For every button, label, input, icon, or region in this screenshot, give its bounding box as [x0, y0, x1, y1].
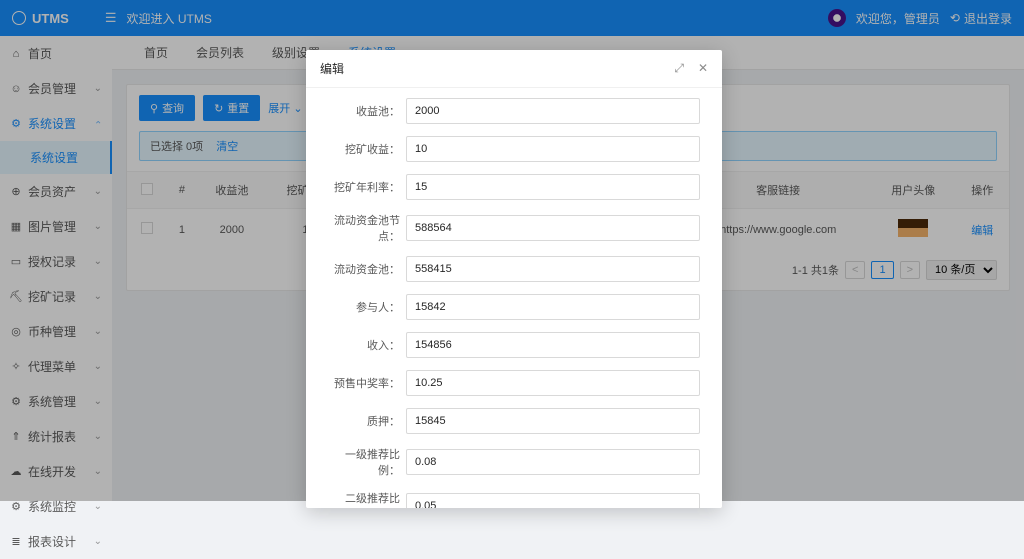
form-row-0: 收益池： — [328, 98, 700, 124]
form-row-7: 预售中奖率： — [328, 370, 700, 396]
field-input-7[interactable] — [406, 370, 700, 396]
form-row-9: 一级推荐比例： — [328, 446, 700, 478]
modal-body: 收益池： 挖矿收益： 挖矿年利率： 流动资金池节点： 流动资金池： 参与人： 收入： 预售中奖… — [306, 88, 722, 508]
fullscreen-icon[interactable]: ⤢ — [674, 61, 684, 76]
field-label: 收入： — [328, 337, 406, 353]
modal-title: 编辑 — [320, 60, 344, 77]
field-label: 参与人： — [328, 299, 406, 315]
form-row-1: 挖矿收益： — [328, 136, 700, 162]
modal-header: 编辑 ⤢ ✕ — [306, 50, 722, 88]
field-input-3[interactable] — [406, 215, 700, 241]
form-row-3: 流动资金池节点： — [328, 212, 700, 244]
field-label: 流动资金池节点： — [328, 212, 406, 244]
field-label: 质押： — [328, 413, 406, 429]
close-icon[interactable]: ✕ — [698, 61, 708, 76]
field-input-2[interactable] — [406, 174, 700, 200]
form-row-2: 挖矿年利率： — [328, 174, 700, 200]
field-label: 二级推荐比例： — [328, 490, 406, 508]
field-input-0[interactable] — [406, 98, 700, 124]
sidebar-label: 报表设计 — [28, 533, 76, 550]
form-row-6: 收入： — [328, 332, 700, 358]
field-input-8[interactable] — [406, 408, 700, 434]
field-label: 流动资金池： — [328, 261, 406, 277]
field-input-1[interactable] — [406, 136, 700, 162]
form-row-4: 流动资金池： — [328, 256, 700, 282]
field-input-4[interactable] — [406, 256, 700, 282]
field-label: 预售中奖率： — [328, 375, 406, 391]
sidebar-item-13[interactable]: ≣ 报表设计 ⌄ — [0, 524, 112, 559]
form-row-10: 二级推荐比例： — [328, 490, 700, 508]
field-label: 收益池： — [328, 103, 406, 119]
chevron-down-icon: ⌄ — [94, 536, 102, 547]
field-input-9[interactable] — [406, 449, 700, 475]
field-label: 挖矿收益： — [328, 141, 406, 157]
field-input-6[interactable] — [406, 332, 700, 358]
form-row-5: 参与人： — [328, 294, 700, 320]
form-row-8: 质押： — [328, 408, 700, 434]
field-label: 挖矿年利率： — [328, 179, 406, 195]
field-label: 一级推荐比例： — [328, 446, 406, 478]
chevron-down-icon: ⌄ — [94, 501, 102, 512]
sidebar-icon: ⚙ — [10, 500, 22, 513]
sidebar-icon: ≣ — [10, 535, 22, 548]
field-input-5[interactable] — [406, 294, 700, 320]
edit-modal: 编辑 ⤢ ✕ 收益池： 挖矿收益： 挖矿年利率： 流动资金池节点： 流动资金池： 参与人：… — [306, 50, 722, 508]
